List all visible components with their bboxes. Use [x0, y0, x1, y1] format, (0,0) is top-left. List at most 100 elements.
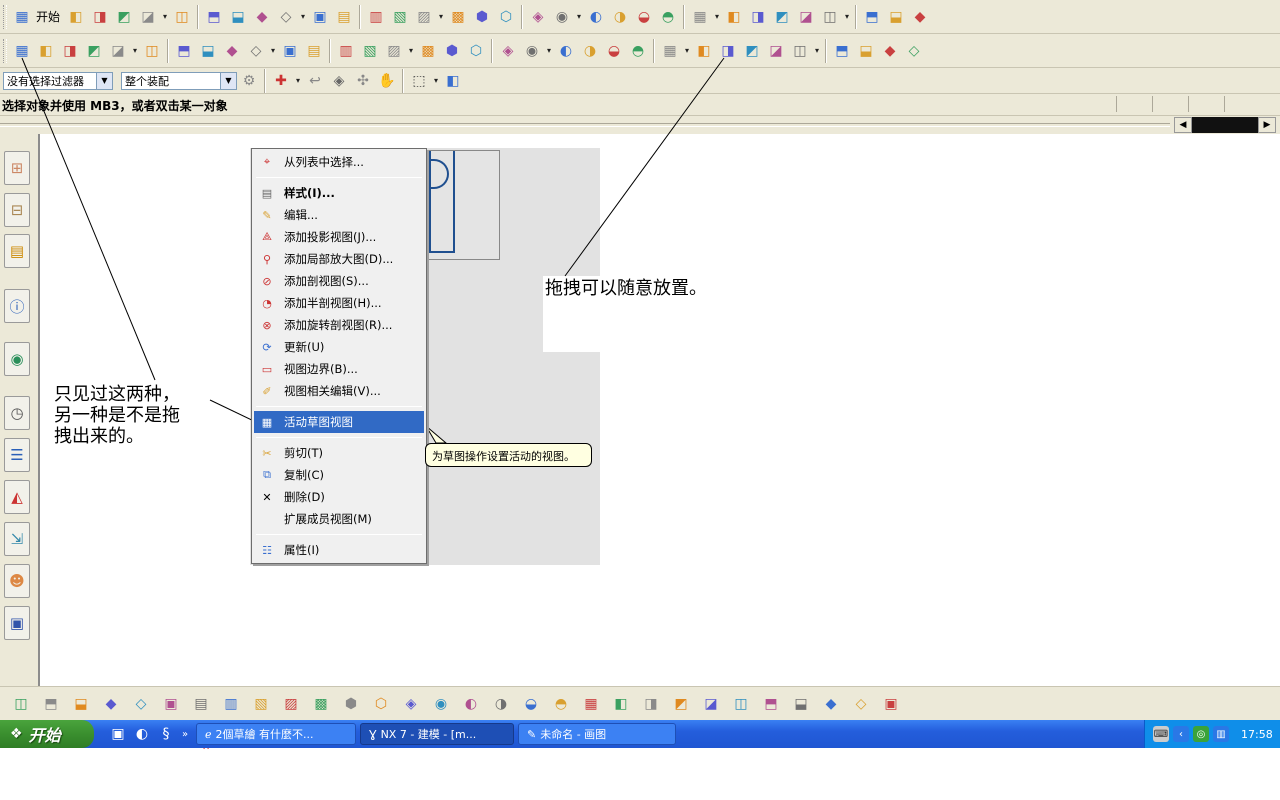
cylinder2-icon[interactable]: ⬡	[464, 38, 488, 64]
menu-item-expand-member-view[interactable]: 扩展成员视图(M)	[254, 508, 424, 530]
unload-icon[interactable]: ⬓	[786, 689, 816, 719]
scroll-right-icon[interactable]: ▶	[1258, 117, 1276, 133]
solid-2-icon[interactable]: ◉	[550, 4, 574, 30]
select-all-icon[interactable]: ◈	[327, 68, 351, 93]
interference-icon[interactable]: ◨	[636, 689, 666, 719]
check-clearance-icon[interactable]: ▨	[276, 689, 306, 719]
face-icon[interactable]: ◇	[244, 38, 268, 64]
chevron-right-icon[interactable]: »	[178, 722, 192, 746]
solid-8-icon[interactable]: ◨	[746, 4, 770, 30]
task-button-browser[interactable]: ℯ 2個草繪 有什麼不...	[196, 723, 356, 745]
solid-10-icon[interactable]: ◪	[794, 4, 818, 30]
menu-item-section-view[interactable]: ⊘ 添加剖视图(S)...	[254, 270, 424, 292]
solid-13-icon[interactable]: ⬓	[884, 4, 908, 30]
network-icon[interactable]: ◎	[1193, 726, 1209, 742]
bend-icon[interactable]: ◒	[602, 38, 626, 64]
cube-icon[interactable]: ▣	[278, 38, 302, 64]
projection-icon[interactable]: ⬓	[196, 38, 220, 64]
menu-item-properties[interactable]: ☷ 属性(I)	[254, 539, 424, 561]
chevron-down-icon[interactable]: ▾	[574, 12, 584, 21]
quick-launch-app-icon[interactable]: §	[154, 722, 178, 746]
open-folder-icon[interactable]: ◨	[88, 4, 112, 30]
select-feature-icon[interactable]: ✣	[351, 68, 375, 93]
task-button-paint[interactable]: ✎ 未命名 - 画图	[518, 723, 676, 745]
snap-point-icon[interactable]: ✚	[269, 68, 293, 93]
associative-icon[interactable]: ◧	[606, 689, 636, 719]
menu-item-style[interactable]: ▤ 样式(I)...	[254, 182, 424, 204]
start-button[interactable]: ❖ 开始	[0, 720, 94, 748]
cube3-icon[interactable]: ▥	[334, 38, 358, 64]
menu-item-detail-view[interactable]: ⚲ 添加局部放大图(D)...	[254, 248, 424, 270]
section-icon[interactable]: ◧	[34, 38, 58, 64]
mirror-assembly-icon[interactable]: ◇	[126, 689, 156, 719]
rect-select-icon[interactable]: ⬚	[407, 68, 431, 93]
start-menu-label[interactable]: 开始	[36, 8, 60, 25]
constraint-icon[interactable]: ▥	[216, 689, 246, 719]
cube2-icon[interactable]: ▤	[302, 38, 326, 64]
chevron-down-icon[interactable]: ▾	[293, 76, 303, 85]
surface-icon[interactable]: ◓	[626, 38, 650, 64]
menu-item-edit[interactable]: ✎ 编辑...	[254, 204, 424, 226]
link-icon[interactable]: ◆	[816, 689, 846, 719]
combo2-icon[interactable]: ◨	[716, 38, 740, 64]
extract-icon[interactable]: ◫	[140, 38, 164, 64]
view-triad-icon[interactable]: ◧	[441, 68, 465, 93]
reposition-icon[interactable]: ▣	[156, 689, 186, 719]
wave-link-icon[interactable]: ◐	[456, 689, 486, 719]
drawing-view[interactable]	[424, 150, 500, 260]
solid-1-icon[interactable]: ◈	[526, 4, 550, 30]
manufacturing-wizard-icon[interactable]: ⇲	[4, 522, 30, 556]
shaded-icon[interactable]: ▤	[332, 4, 356, 30]
media-player-icon[interactable]: ◐	[130, 722, 154, 746]
menu-item-active-sketch-view[interactable]: ▦ 活动草图视图	[254, 411, 424, 433]
polygon-icon[interactable]: ⬓	[854, 38, 878, 64]
solid-14-icon[interactable]: ◆	[908, 4, 932, 30]
chevron-down-icon[interactable]: ▾	[130, 46, 140, 55]
arrangement-icon[interactable]: ◓	[546, 689, 576, 719]
graphics-window[interactable]: Z Y X	[42, 134, 1280, 752]
chevron-down-icon[interactable]: ▾	[268, 46, 278, 55]
roles-icon[interactable]: ☻	[4, 564, 30, 598]
constraint-navigator-icon[interactable]: ⊟	[4, 193, 30, 227]
replace-icon[interactable]: ▦	[576, 689, 606, 719]
sweep-icon[interactable]: ◩	[82, 38, 106, 64]
explode-icon[interactable]: ⬡	[366, 689, 396, 719]
sphere-icon[interactable]: ▨	[382, 38, 406, 64]
sketch-rect-icon[interactable]: ◆	[220, 38, 244, 64]
history-icon[interactable]: ◷	[4, 396, 30, 430]
combo3-icon[interactable]: ◩	[740, 38, 764, 64]
menu-item-delete[interactable]: ✕ 删除(D)	[254, 486, 424, 508]
solid-5-icon[interactable]: ◓	[656, 4, 680, 30]
new-parent-icon[interactable]: ⬓	[66, 689, 96, 719]
scope-select[interactable]: 整个装配 ▼	[121, 71, 237, 90]
wireframe-icon[interactable]: ▥	[364, 4, 388, 30]
chevron-down-icon[interactable]: ▾	[436, 12, 446, 21]
solid-6-icon[interactable]: ▦	[688, 4, 712, 30]
product-outline-icon[interactable]: ◉	[426, 689, 456, 719]
tab-scroller[interactable]: ◀ ▶	[1174, 117, 1276, 133]
chevron-down-icon[interactable]: ▾	[712, 12, 722, 21]
display-icon[interactable]: ▥	[1213, 726, 1229, 742]
shell-icon[interactable]: ◨	[58, 38, 82, 64]
task-button-nx[interactable]: Ɣ NX 7 - 建模 - [m...	[360, 723, 514, 745]
chevron-down-icon[interactable]: ▾	[544, 46, 554, 55]
layer-move-icon[interactable]: ▩	[446, 4, 470, 30]
type-filter-select[interactable]: 没有选择过滤器 ▼	[3, 71, 113, 90]
plane-icon[interactable]: ▩	[416, 38, 440, 64]
chevron-down-icon[interactable]: ▾	[682, 46, 692, 55]
menu-item-update[interactable]: ⟳ 更新(U)	[254, 336, 424, 358]
sequence-icon[interactable]: ⬢	[336, 689, 366, 719]
solid-4-icon[interactable]: ◒	[632, 4, 656, 30]
scroll-left-icon[interactable]: ◀	[1174, 117, 1192, 133]
combo1-icon[interactable]: ◧	[692, 38, 716, 64]
clone-icon[interactable]: ◪	[696, 689, 726, 719]
solid-11-icon[interactable]: ◫	[818, 4, 842, 30]
toolbar-grip[interactable]	[3, 4, 7, 29]
undo-icon[interactable]: ◪	[136, 4, 160, 30]
layers-icon[interactable]: ▨	[412, 4, 436, 30]
new-component-icon[interactable]: ⬒	[36, 689, 66, 719]
report-icon[interactable]: ◇	[846, 689, 876, 719]
solid-7-icon[interactable]: ◧	[722, 4, 746, 30]
duplicate-icon[interactable]: ◩	[666, 689, 696, 719]
system-materials-icon[interactable]: ☰	[4, 438, 30, 472]
